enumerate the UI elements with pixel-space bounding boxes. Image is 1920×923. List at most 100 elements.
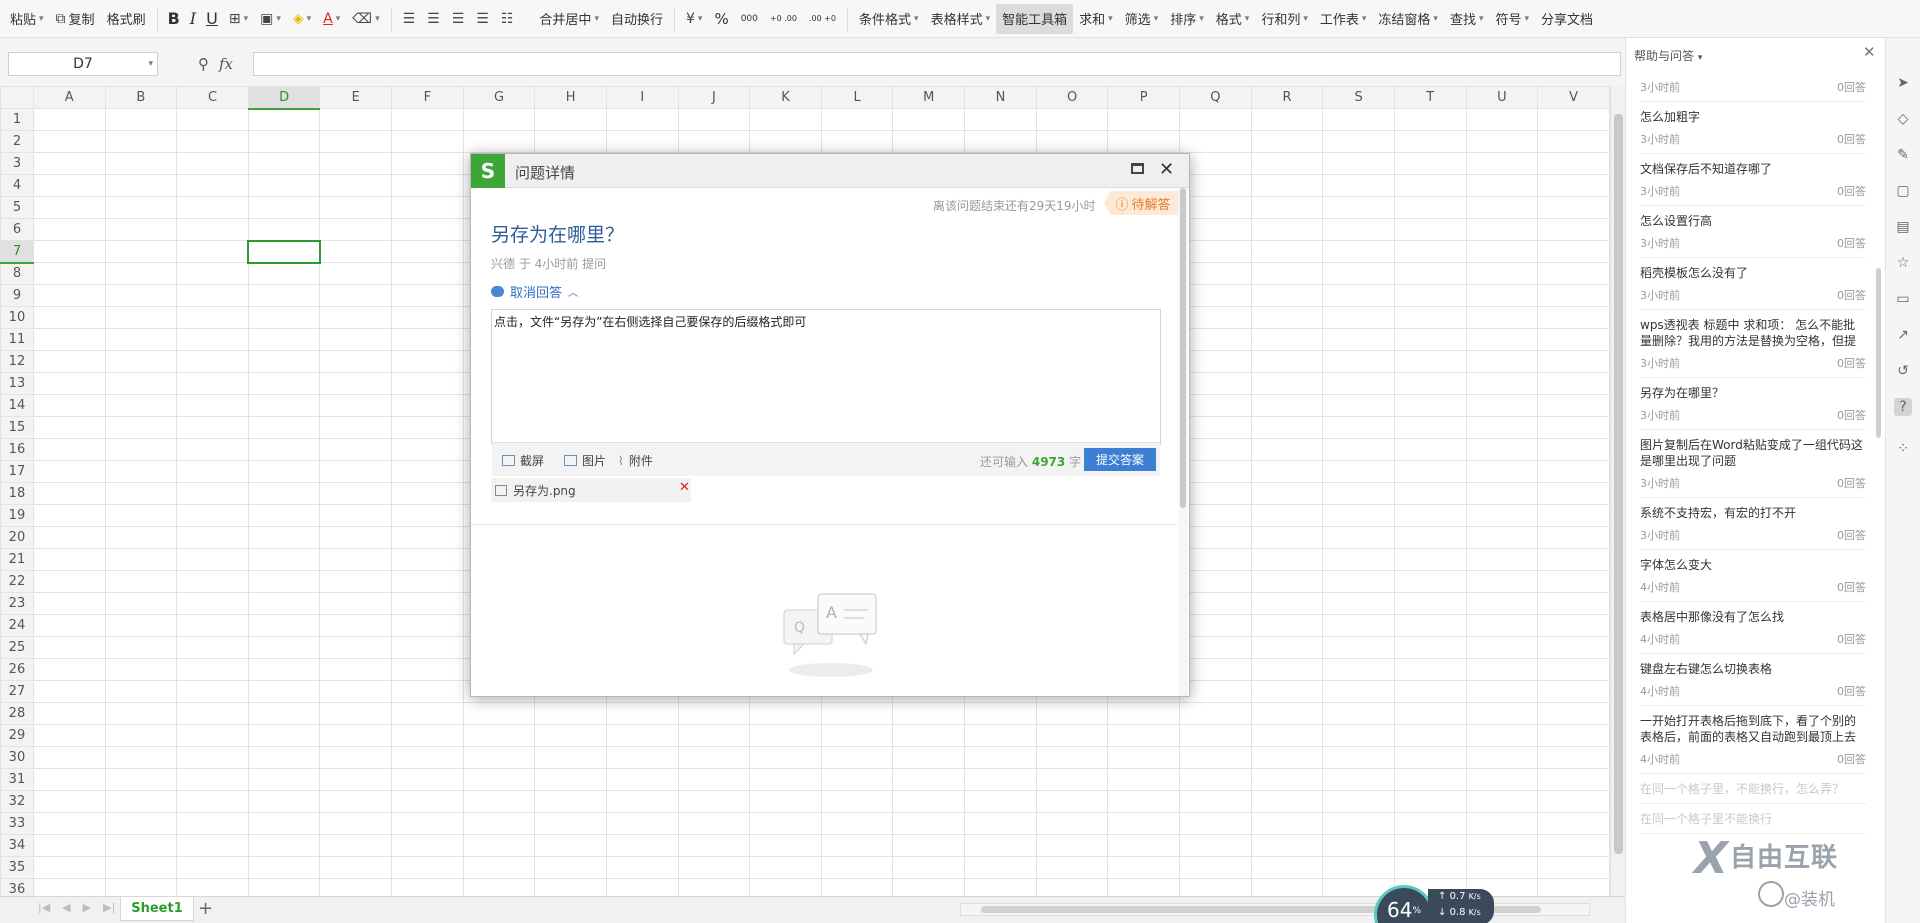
cell[interactable] [1465, 680, 1539, 703]
cell[interactable] [391, 746, 464, 769]
cell[interactable] [391, 306, 464, 329]
cell[interactable] [176, 152, 249, 175]
cell[interactable] [32, 812, 106, 835]
cell[interactable] [32, 152, 106, 175]
cell[interactable] [1465, 328, 1539, 351]
cell[interactable] [1250, 570, 1324, 593]
column-header[interactable]: U [1465, 86, 1539, 109]
cell[interactable] [1035, 790, 1109, 813]
cell[interactable] [749, 130, 822, 153]
cell[interactable] [1322, 460, 1395, 483]
cell[interactable] [32, 284, 106, 307]
cell[interactable] [1322, 174, 1395, 197]
fx-icon[interactable]: fx [219, 55, 233, 73]
cell[interactable] [1465, 394, 1539, 417]
cell[interactable] [1537, 856, 1610, 879]
cell[interactable] [677, 724, 751, 747]
cell[interactable] [391, 592, 464, 615]
cell[interactable] [391, 372, 464, 395]
cell[interactable] [1250, 306, 1324, 329]
cell[interactable] [1179, 548, 1252, 571]
cell[interactable] [1322, 328, 1395, 351]
cell[interactable] [1179, 482, 1252, 505]
cell[interactable] [1465, 240, 1539, 263]
cell[interactable] [1393, 328, 1467, 351]
list-item[interactable]: 在同一个格子里不能换行 [1640, 804, 1866, 834]
underline-button[interactable]: U [201, 4, 223, 34]
fill-color-button[interactable]: ◈ ▾ [287, 4, 317, 34]
cell[interactable] [1393, 306, 1467, 329]
cell[interactable] [1393, 130, 1467, 153]
cell[interactable] [1322, 108, 1395, 131]
cell[interactable] [176, 614, 249, 637]
cell[interactable] [1465, 658, 1539, 681]
dialog-titlebar[interactable]: S 问题详情 ✕ [471, 154, 1189, 188]
cell[interactable] [247, 570, 321, 593]
row-header[interactable]: 10 [0, 306, 34, 329]
cell[interactable] [964, 790, 1037, 813]
cell[interactable] [534, 878, 607, 896]
cell[interactable] [1322, 284, 1395, 307]
justify-button[interactable]: ☰ [470, 4, 495, 34]
row-header[interactable]: 16 [0, 438, 34, 461]
cell[interactable] [1465, 812, 1539, 835]
cell[interactable] [391, 196, 464, 219]
cell[interactable] [1465, 262, 1539, 285]
cell[interactable] [1250, 350, 1324, 373]
row-header[interactable]: 12 [0, 350, 34, 373]
cell[interactable] [1035, 108, 1109, 131]
cell[interactable] [104, 240, 178, 263]
cell[interactable] [319, 482, 393, 505]
cell[interactable] [176, 306, 249, 329]
cell[interactable] [606, 768, 679, 791]
cell[interactable] [1250, 130, 1324, 153]
cell[interactable] [319, 174, 393, 197]
cell[interactable] [1322, 680, 1395, 703]
cell[interactable] [534, 724, 607, 747]
list-item[interactable]: 系统不支持宏，有宏的打不开 3小时前 0回答 [1640, 498, 1866, 550]
cell[interactable] [247, 812, 321, 835]
cell[interactable] [1179, 438, 1252, 461]
cell[interactable] [1465, 592, 1539, 615]
row-header[interactable]: 29 [0, 724, 34, 747]
cell[interactable] [247, 284, 321, 307]
column-header[interactable]: Q [1179, 86, 1252, 109]
cell[interactable] [1537, 680, 1610, 703]
cell[interactable] [1107, 702, 1181, 725]
cell[interactable] [462, 834, 536, 857]
cell[interactable] [32, 790, 106, 813]
cell[interactable] [1107, 834, 1181, 857]
cell[interactable] [391, 482, 464, 505]
cell[interactable] [749, 790, 822, 813]
cell[interactable] [391, 262, 464, 285]
list-item[interactable]: 另存为在哪里？ 3小时前 0回答 [1640, 378, 1866, 430]
cell[interactable] [1393, 768, 1467, 791]
cell[interactable] [176, 108, 249, 131]
cell[interactable] [1465, 614, 1539, 637]
cell[interactable] [391, 812, 464, 835]
cell[interactable] [749, 746, 822, 769]
cell[interactable] [319, 856, 393, 879]
row-header[interactable]: 22 [0, 570, 34, 593]
cell[interactable] [892, 130, 966, 153]
cell[interactable] [1179, 460, 1252, 483]
cell[interactable] [176, 724, 249, 747]
cell[interactable] [1250, 790, 1324, 813]
cell[interactable] [1537, 548, 1610, 571]
cell[interactable] [32, 614, 106, 637]
cell[interactable] [1465, 284, 1539, 307]
cell[interactable] [462, 856, 536, 879]
cell[interactable] [1465, 636, 1539, 659]
cell[interactable] [391, 240, 464, 263]
attachment-button[interactable]: ⌇ 附件 [618, 452, 653, 469]
formula-input[interactable] [253, 52, 1621, 76]
cell[interactable] [176, 504, 249, 527]
column-header[interactable]: I [606, 86, 679, 109]
cell[interactable] [1537, 768, 1610, 791]
cell[interactable] [1179, 328, 1252, 351]
cell[interactable] [534, 746, 607, 769]
cell[interactable] [319, 526, 393, 549]
cell[interactable] [32, 548, 106, 571]
cell[interactable] [1537, 460, 1610, 483]
cell[interactable] [534, 108, 607, 131]
